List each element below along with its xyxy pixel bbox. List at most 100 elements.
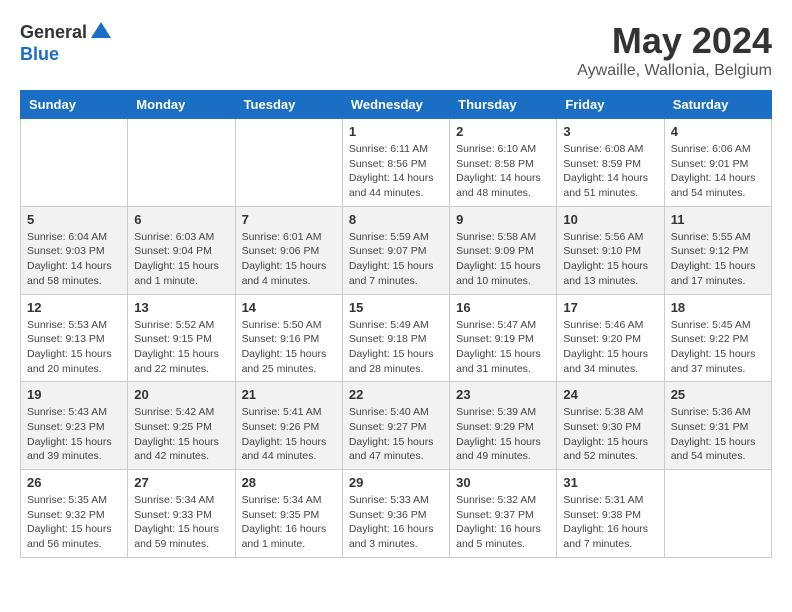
daylight-text: Daylight: 15 hours and 31 minutes.	[456, 347, 550, 376]
day-info: Sunrise: 6:11 AMSunset: 8:56 PMDaylight:…	[349, 142, 443, 201]
daylight-text: Daylight: 14 hours and 44 minutes.	[349, 171, 443, 200]
day-number: 19	[27, 387, 121, 402]
day-cell: 23 Sunrise: 5:39 AMSunset: 9:29 PMDayligh…	[450, 382, 557, 470]
day-info: Sunrise: 5:42 AMSunset: 9:25 PMDaylight:…	[134, 405, 228, 464]
daylight-text: Daylight: 16 hours and 5 minutes.	[456, 522, 550, 551]
day-cell: 16Sunrise: 5:47 AMSunset: 9:19 PMDayligh…	[450, 294, 557, 382]
day-cell: 2Sunrise: 6:10 AMSunset: 8:58 PMDaylight…	[450, 119, 557, 207]
day-info: Sunrise: 5:40 AMSunset: 9:27 PMDaylight:…	[349, 405, 443, 464]
day-info: Sunrise: 5:36 AMSunset: 9:31 PMDaylight:…	[671, 405, 765, 464]
sunset-text: Sunset: 9:12 PM	[671, 244, 765, 259]
sunrise-text: Sunrise: 6:06 AM	[671, 142, 765, 157]
daylight-text: Daylight: 15 hours and 44 minutes.	[242, 435, 336, 464]
day-info: Sunrise: 6:04 AMSunset: 9:03 PMDaylight:…	[27, 230, 121, 289]
day-cell: 25Sunrise: 5:36 AMSunset: 9:31 PMDayligh…	[664, 382, 771, 470]
sunset-text: Sunset: 9:04 PM	[134, 244, 228, 259]
sunset-text: Sunset: 8:58 PM	[456, 157, 550, 172]
sunrise-text: Sunrise: 6:11 AM	[349, 142, 443, 157]
sunrise-text: Sunrise: 5:46 AM	[563, 318, 657, 333]
daylight-text: Daylight: 15 hours and 20 minutes.	[27, 347, 121, 376]
sunrise-text: Sunrise: 5:39 AM	[456, 405, 550, 420]
sunrise-text: Sunrise: 6:10 AM	[456, 142, 550, 157]
day-cell: 18Sunrise: 5:45 AMSunset: 9:22 PMDayligh…	[664, 294, 771, 382]
day-cell: 14Sunrise: 5:50 AMSunset: 9:16 PMDayligh…	[235, 294, 342, 382]
day-cell: 17Sunrise: 5:46 AMSunset: 9:20 PMDayligh…	[557, 294, 664, 382]
day-info: Sunrise: 5:56 AMSunset: 9:10 PMDaylight:…	[563, 230, 657, 289]
daylight-text: Daylight: 15 hours and 7 minutes.	[349, 259, 443, 288]
day-info: Sunrise: 5:46 AMSunset: 9:20 PMDaylight:…	[563, 318, 657, 377]
sunset-text: Sunset: 9:15 PM	[134, 332, 228, 347]
sunrise-text: Sunrise: 5:59 AM	[349, 230, 443, 245]
sunrise-text: Sunrise: 5:43 AM	[27, 405, 121, 420]
sunset-text: Sunset: 9:10 PM	[563, 244, 657, 259]
day-cell	[21, 119, 128, 207]
sunrise-text: Sunrise: 5:41 AM	[242, 405, 336, 420]
week-row-5: 26Sunrise: 5:35 AMSunset: 9:32 PMDayligh…	[21, 470, 772, 558]
sunrise-text: Sunrise: 5:36 AM	[671, 405, 765, 420]
day-info: Sunrise: 5:39 AMSunset: 9:29 PMDaylight:…	[456, 405, 550, 464]
sunset-text: Sunset: 9:26 PM	[242, 420, 336, 435]
day-cell	[128, 119, 235, 207]
day-cell: 12Sunrise: 5:53 AMSunset: 9:13 PMDayligh…	[21, 294, 128, 382]
day-cell: 11Sunrise: 5:55 AMSunset: 9:12 PMDayligh…	[664, 206, 771, 294]
day-number: 4	[671, 124, 765, 139]
day-cell	[664, 470, 771, 558]
day-cell: 4 Sunrise: 6:06 AMSunset: 9:01 PMDaylight…	[664, 119, 771, 207]
calendar-table: SundayMondayTuesdayWednesdayThursdayFrid…	[20, 90, 772, 558]
month-year-title: May 2024	[577, 20, 772, 62]
daylight-text: Daylight: 16 hours and 3 minutes.	[349, 522, 443, 551]
day-number: 10	[563, 212, 657, 227]
daylight-text: Daylight: 15 hours and 39 minutes.	[27, 435, 121, 464]
sunrise-text: Sunrise: 5:42 AM	[134, 405, 228, 420]
day-cell: 9Sunrise: 5:58 AMSunset: 9:09 PMDaylight…	[450, 206, 557, 294]
week-row-1: 1Sunrise: 6:11 AMSunset: 8:56 PMDaylight…	[21, 119, 772, 207]
daylight-text: Daylight: 15 hours and 22 minutes.	[134, 347, 228, 376]
sunset-text: Sunset: 9:01 PM	[671, 157, 765, 172]
sunrise-text: Sunrise: 5:35 AM	[27, 493, 121, 508]
day-info: Sunrise: 5:55 AMSunset: 9:12 PMDaylight:…	[671, 230, 765, 289]
sunset-text: Sunset: 8:59 PM	[563, 157, 657, 172]
sunrise-text: Sunrise: 5:34 AM	[134, 493, 228, 508]
sunrise-text: Sunrise: 6:08 AM	[563, 142, 657, 157]
day-info: Sunrise: 6:06 AMSunset: 9:01 PMDaylight:…	[671, 142, 765, 201]
day-number: 13	[134, 300, 228, 315]
daylight-text: Daylight: 15 hours and 47 minutes.	[349, 435, 443, 464]
sunrise-text: Sunrise: 5:47 AM	[456, 318, 550, 333]
daylight-text: Daylight: 16 hours and 1 minute.	[242, 522, 336, 551]
day-info: Sunrise: 5:32 AMSunset: 9:37 PMDaylight:…	[456, 493, 550, 552]
day-cell: 31Sunrise: 5:31 AMSunset: 9:38 PMDayligh…	[557, 470, 664, 558]
day-info: Sunrise: 6:03 AMSunset: 9:04 PMDaylight:…	[134, 230, 228, 289]
sunset-text: Sunset: 9:37 PM	[456, 508, 550, 523]
title-block: May 2024 Aywaille, Wallonia, Belgium	[577, 20, 772, 80]
header-cell-thursday: Thursday	[450, 91, 557, 119]
sunset-text: Sunset: 9:23 PM	[27, 420, 121, 435]
sunset-text: Sunset: 9:27 PM	[349, 420, 443, 435]
daylight-text: Daylight: 15 hours and 25 minutes.	[242, 347, 336, 376]
day-info: Sunrise: 5:34 AMSunset: 9:33 PMDaylight:…	[134, 493, 228, 552]
daylight-text: Daylight: 15 hours and 49 minutes.	[456, 435, 550, 464]
day-number: 30	[456, 475, 550, 490]
sunrise-text: Sunrise: 6:04 AM	[27, 230, 121, 245]
week-row-2: 5Sunrise: 6:04 AMSunset: 9:03 PMDaylight…	[21, 206, 772, 294]
week-row-4: 19Sunrise: 5:43 AMSunset: 9:23 PMDayligh…	[21, 382, 772, 470]
sunset-text: Sunset: 9:03 PM	[27, 244, 121, 259]
sunrise-text: Sunrise: 5:55 AM	[671, 230, 765, 245]
day-info: Sunrise: 5:38 AMSunset: 9:30 PMDaylight:…	[563, 405, 657, 464]
day-cell: 26Sunrise: 5:35 AMSunset: 9:32 PMDayligh…	[21, 470, 128, 558]
day-number: 5	[27, 212, 121, 227]
daylight-text: Daylight: 15 hours and 13 minutes.	[563, 259, 657, 288]
page-header: General Blue May 2024 Aywaille, Wallonia…	[20, 20, 772, 80]
sunset-text: Sunset: 9:29 PM	[456, 420, 550, 435]
day-cell: 13Sunrise: 5:52 AMSunset: 9:15 PMDayligh…	[128, 294, 235, 382]
day-number: 23	[456, 387, 550, 402]
sunrise-text: Sunrise: 5:56 AM	[563, 230, 657, 245]
day-info: Sunrise: 5:53 AMSunset: 9:13 PMDaylight:…	[27, 318, 121, 377]
header-cell-friday: Friday	[557, 91, 664, 119]
daylight-text: Daylight: 15 hours and 1 minute.	[134, 259, 228, 288]
logo-text-blue: Blue	[20, 44, 59, 64]
daylight-text: Daylight: 15 hours and 37 minutes.	[671, 347, 765, 376]
day-cell: 10 Sunrise: 5:56 AMSunset: 9:10 PMDayligh…	[557, 206, 664, 294]
day-cell: 28Sunrise: 5:34 AMSunset: 9:35 PMDayligh…	[235, 470, 342, 558]
sunset-text: Sunset: 9:09 PM	[456, 244, 550, 259]
day-number: 18	[671, 300, 765, 315]
